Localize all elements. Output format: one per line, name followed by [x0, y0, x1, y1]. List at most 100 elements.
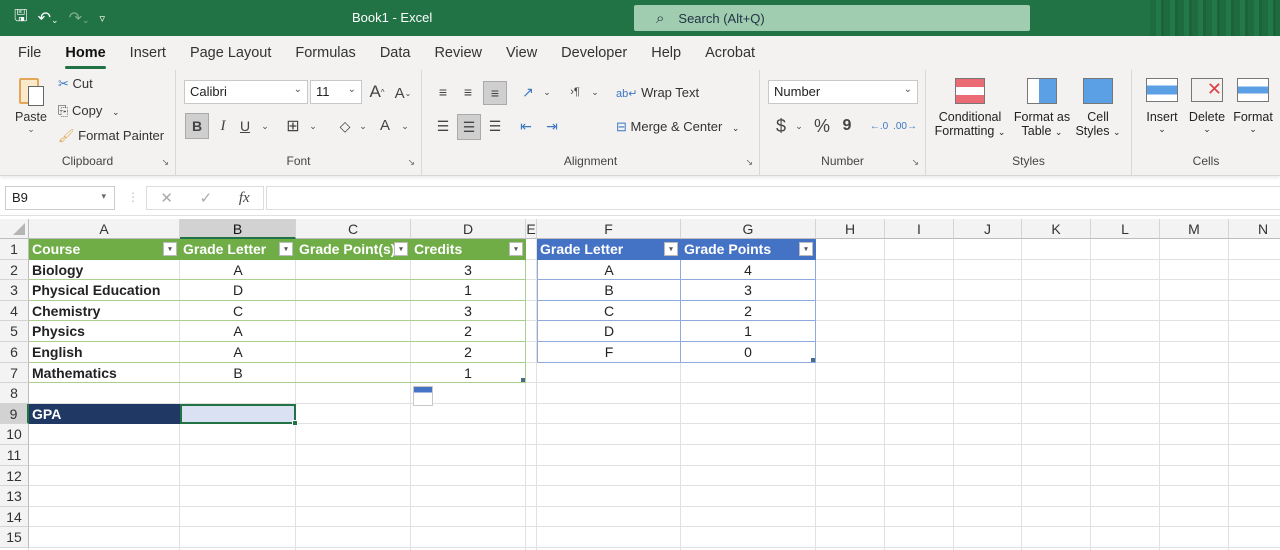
wrap-text-button[interactable]: ab↵ Wrap Text	[616, 85, 699, 100]
name-box[interactable]: B9 ▾	[5, 186, 115, 210]
table1-cell[interactable]: Biology	[29, 260, 180, 281]
row-header-12[interactable]: 12	[0, 465, 29, 487]
column-header-g[interactable]: G	[681, 219, 816, 239]
increase-font-size-icon[interactable]: A ^	[366, 81, 388, 103]
column-header-l[interactable]: L	[1091, 219, 1160, 239]
comma-style-button[interactable]: 9	[836, 115, 858, 137]
cancel-icon[interactable]: ✕	[160, 189, 173, 207]
table1-cell[interactable]: A	[180, 342, 296, 363]
table1-cell[interactable]: 2	[411, 321, 526, 342]
percent-button[interactable]: %	[811, 115, 833, 137]
column-header-c[interactable]: C	[296, 219, 411, 239]
table1-cell[interactable]: Mathematics	[29, 363, 180, 384]
align-center-icon[interactable]: ☰	[457, 114, 481, 140]
filter-dropdown-icon[interactable]: ▾	[279, 242, 293, 256]
font-name-select[interactable]: Calibri ⌄	[184, 80, 308, 104]
table2-cell[interactable]: 0	[681, 342, 816, 363]
row-header-13[interactable]: 13	[0, 486, 29, 507]
column-header-k[interactable]: K	[1022, 219, 1091, 239]
font-size-select[interactable]: 11 ⌄	[310, 80, 362, 104]
tab-acrobat[interactable]: Acrobat	[705, 41, 755, 65]
number-launcher-icon[interactable]: ↘	[911, 157, 919, 168]
alignment-launcher-icon[interactable]: ↘	[745, 157, 753, 168]
customize-qat-icon[interactable]: ▿	[100, 12, 106, 25]
paste-button[interactable]: Paste ⌄	[12, 76, 50, 146]
borders-dropdown-icon[interactable]: ⌄	[302, 115, 324, 137]
tab-help[interactable]: Help	[651, 41, 681, 65]
table1-cell[interactable]: Physics	[29, 321, 180, 342]
table2-cell[interactable]: 3	[681, 280, 816, 301]
insert-function-icon[interactable]: fx	[239, 190, 250, 207]
bold-button[interactable]: B	[185, 113, 209, 139]
column-header-h[interactable]: H	[816, 219, 885, 239]
table1-cell[interactable]: B	[180, 363, 296, 384]
currency-dropdown-icon[interactable]: ⌄	[788, 115, 810, 137]
row-header-1[interactable]: 1	[0, 239, 29, 260]
gpa-value-cell[interactable]	[180, 403, 296, 425]
table2-cell[interactable]: 2	[681, 300, 816, 322]
table1-cell[interactable]: 3	[411, 259, 526, 281]
tab-insert[interactable]: Insert	[130, 41, 166, 65]
column-header-m[interactable]: M	[1160, 219, 1229, 239]
row-header-4[interactable]: 4	[0, 300, 29, 322]
tab-developer[interactable]: Developer	[561, 41, 627, 65]
italic-button[interactable]: I	[212, 115, 234, 137]
paste-dropdown-icon[interactable]: ⌄	[12, 124, 50, 135]
row-header-8[interactable]: 8	[0, 383, 29, 404]
fill-handle[interactable]	[292, 420, 298, 427]
row-header-15[interactable]: 15	[0, 527, 29, 548]
search-box[interactable]: ⌕ Search (Alt+Q)	[634, 5, 1030, 31]
filter-dropdown-icon[interactable]: ▾	[509, 242, 523, 256]
copy-button[interactable]: ⎘ Copy ⌄	[58, 103, 120, 119]
row-header-14[interactable]: 14	[0, 506, 29, 528]
borders-icon[interactable]: ⊞	[282, 115, 304, 137]
table2-cell[interactable]: 4	[681, 259, 816, 281]
gpa-label-cell[interactable]: GPA	[29, 403, 180, 425]
number-format-select[interactable]: Number ⌄	[768, 80, 918, 104]
table2-resize-handle[interactable]	[811, 357, 815, 362]
tab-file[interactable]: File	[18, 41, 41, 65]
formula-bar-grip[interactable]: ⋮	[127, 190, 139, 204]
conditional-formatting-button[interactable]: Conditional Formatting ⌄	[932, 78, 1008, 138]
table1-cell[interactable]	[296, 280, 411, 301]
tab-review[interactable]: Review	[434, 41, 482, 65]
increase-decimal-icon[interactable]: ←.0	[868, 115, 890, 137]
font-color-button[interactable]: A	[374, 114, 396, 136]
table1-header-cell[interactable]: Credits ▾	[411, 239, 526, 260]
filter-dropdown-icon[interactable]: ▾	[664, 242, 678, 256]
table1-cell[interactable]: A	[180, 321, 296, 342]
row-header-6[interactable]: 6	[0, 342, 29, 363]
filter-dropdown-icon[interactable]: ▾	[394, 242, 408, 256]
filter-dropdown-icon[interactable]: ▾	[163, 242, 177, 256]
table1-cell[interactable]: Physical Education	[29, 280, 180, 301]
bottom-align-icon[interactable]: ≡	[483, 81, 507, 105]
clipboard-launcher-icon[interactable]: ↘	[161, 157, 169, 168]
align-left-icon[interactable]: ☰	[432, 115, 454, 137]
table1-cell[interactable]: 2	[411, 342, 526, 363]
table1-header-cell[interactable]: Grade Point(s) ▾	[296, 239, 411, 260]
row-header-3[interactable]: 3	[0, 280, 29, 301]
align-right-icon[interactable]: ☰	[484, 115, 506, 137]
redo-icon[interactable]: ↷⌄	[69, 8, 90, 28]
decrease-indent-icon[interactable]: ⇤	[515, 115, 537, 137]
top-align-icon[interactable]: ≡	[432, 81, 454, 103]
table1-cell[interactable]	[296, 321, 411, 342]
table2-cell[interactable]: 1	[681, 321, 816, 342]
table1-cell[interactable]	[296, 342, 411, 363]
select-all-button[interactable]	[0, 219, 29, 239]
column-header-n[interactable]: N	[1229, 219, 1280, 239]
row-header-10[interactable]: 10	[0, 424, 29, 445]
row-header-7[interactable]: 7	[0, 362, 29, 384]
decrease-font-size-icon[interactable]: A ⌄	[392, 82, 414, 104]
tab-page-layout[interactable]: Page Layout	[190, 41, 271, 65]
filter-dropdown-icon[interactable]: ▾	[799, 242, 813, 256]
table1-header-cell[interactable]: Grade Letter ▾	[180, 239, 296, 260]
cut-button[interactable]: ✂ Cut	[58, 76, 93, 92]
table1-cell[interactable]	[296, 363, 411, 384]
cell-styles-button[interactable]: Cell Styles ⌄	[1072, 78, 1124, 138]
table2-cell[interactable]: B	[537, 280, 681, 301]
save-icon[interactable]: 🖫	[14, 5, 28, 32]
table2-cell[interactable]: F	[537, 342, 681, 363]
format-cells-button[interactable]: Format ⌄	[1230, 78, 1276, 135]
tab-formulas[interactable]: Formulas	[295, 41, 355, 65]
